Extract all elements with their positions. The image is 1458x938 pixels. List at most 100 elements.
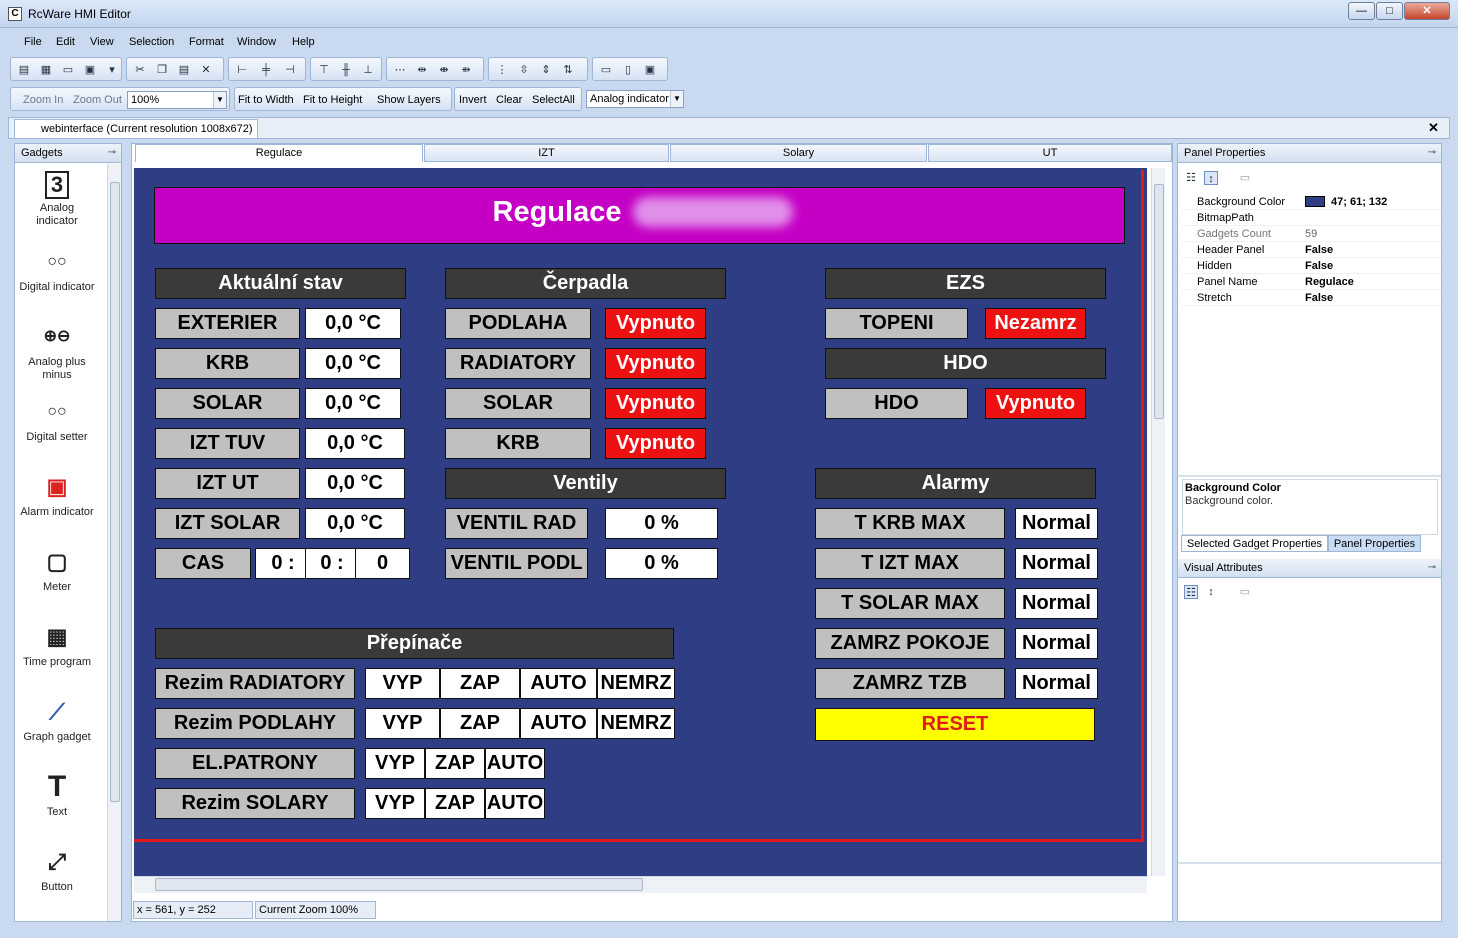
canvas-vscrollbar[interactable] xyxy=(1151,168,1165,876)
zoom-select[interactable]: 100% ▼ xyxy=(127,91,227,109)
same-width-icon[interactable]: ▭ xyxy=(599,63,613,77)
tab-ut[interactable]: UT xyxy=(928,144,1172,162)
align-bottom-icon[interactable]: ⊥ xyxy=(361,63,375,77)
menu-edit[interactable]: Edit xyxy=(56,36,75,48)
menu-view[interactable]: View xyxy=(90,36,114,48)
space-h-icon[interactable]: ⋯ xyxy=(393,63,407,77)
property-row[interactable]: Gadgets Count 59 xyxy=(1181,226,1441,242)
space-h-dec-icon[interactable]: ⇼ xyxy=(437,63,451,77)
gadget-meter[interactable]: ▢ Meter xyxy=(19,546,95,594)
switch-option-nemrz[interactable]: NEMRZ xyxy=(597,668,675,699)
categorized-icon[interactable]: ☷ xyxy=(1184,171,1198,185)
align-left-icon[interactable]: ⊢ xyxy=(235,63,249,77)
pin-icon[interactable]: ⊸ xyxy=(1428,559,1436,577)
save-icon[interactable]: ▣ xyxy=(83,63,97,77)
maximize-button[interactable]: □ xyxy=(1376,2,1403,20)
gadget-digital-setter[interactable]: ○○ Digital setter xyxy=(19,396,95,444)
open-icon[interactable]: ▭ xyxy=(61,63,75,77)
pin-icon[interactable]: ⊸ xyxy=(108,144,116,162)
categorized-icon[interactable]: ☷ xyxy=(1184,585,1198,599)
tab-solary[interactable]: Solary xyxy=(670,144,927,162)
space-v-dec-icon[interactable]: ⇕ xyxy=(539,63,553,77)
property-row[interactable]: Header Panel False xyxy=(1181,242,1441,258)
switch-option-nemrz[interactable]: NEMRZ xyxy=(597,708,675,739)
property-pages-icon[interactable]: ▭ xyxy=(1238,171,1252,185)
align-center-icon[interactable]: ╪ xyxy=(259,63,273,77)
gadget-graph[interactable]: ⟋ Graph gadget xyxy=(19,696,95,744)
gadgets-scrollbar[interactable] xyxy=(107,164,121,921)
switch-option-zap[interactable]: ZAP xyxy=(425,748,485,779)
clear-button[interactable]: Clear xyxy=(496,94,522,106)
switch-option-auto[interactable]: AUTO xyxy=(520,668,597,699)
new-icon[interactable]: ▤ xyxy=(17,63,31,77)
property-pages-icon[interactable]: ▭ xyxy=(1238,585,1252,599)
switch-option-zap[interactable]: ZAP xyxy=(440,668,520,699)
space-h-inc-icon[interactable]: ⇹ xyxy=(415,63,429,77)
switch-option-vyp[interactable]: VYP xyxy=(365,708,440,739)
tab-izt[interactable]: IZT xyxy=(424,144,669,162)
scrollbar-thumb[interactable] xyxy=(110,182,120,802)
scrollbar-thumb[interactable] xyxy=(1154,184,1164,419)
space-v-inc-icon[interactable]: ⇳ xyxy=(517,63,531,77)
tab-selected-gadget-properties[interactable]: Selected Gadget Properties xyxy=(1181,535,1328,552)
align-middle-icon[interactable]: ╫ xyxy=(339,63,353,77)
splitter[interactable] xyxy=(1178,862,1441,864)
gadget-analog-plus-minus[interactable]: ⊕⊖ Analog plus minus xyxy=(19,321,95,382)
copy-icon[interactable]: ❐ xyxy=(155,63,169,77)
switch-option-zap[interactable]: ZAP xyxy=(425,788,485,819)
menu-selection[interactable]: Selection xyxy=(129,36,174,48)
switch-option-auto[interactable]: AUTO xyxy=(485,788,545,819)
property-row[interactable]: Background Color 47; 61; 132 xyxy=(1181,194,1441,210)
gadget-alarm-indicator[interactable]: ▣ Alarm indicator xyxy=(19,471,95,519)
gadget-text[interactable]: T Text xyxy=(19,771,95,819)
space-v-icon[interactable]: ⋮ xyxy=(495,63,509,77)
gadget-type-select[interactable]: Analog indicator ▼ xyxy=(586,90,684,108)
menu-format[interactable]: Format xyxy=(189,36,224,48)
chevron-down-icon[interactable]: ▼ xyxy=(670,91,683,107)
new-panel-icon[interactable]: ▦ xyxy=(39,63,53,77)
pin-icon[interactable]: ⊸ xyxy=(1428,144,1436,162)
gadget-digital-indicator[interactable]: ○○ Digital indicator xyxy=(19,246,95,294)
close-window-button[interactable]: ✕ xyxy=(1404,2,1450,20)
property-row[interactable]: Stretch False xyxy=(1181,290,1441,306)
space-h-rem-icon[interactable]: ⇻ xyxy=(459,63,473,77)
minimize-button[interactable]: — xyxy=(1348,2,1375,20)
align-top-icon[interactable]: ⊤ xyxy=(317,63,331,77)
reset-button[interactable]: RESET xyxy=(815,708,1095,741)
splitter[interactable] xyxy=(1178,475,1441,477)
switch-option-zap[interactable]: ZAP xyxy=(440,708,520,739)
switch-option-auto[interactable]: AUTO xyxy=(520,708,597,739)
select-all-button[interactable]: SelectAll xyxy=(532,94,575,106)
property-row[interactable]: Hidden False xyxy=(1181,258,1441,274)
scrollbar-thumb[interactable] xyxy=(155,878,643,891)
gadget-time-program[interactable]: ▦ Time program xyxy=(19,621,95,669)
document-tab[interactable]: webinterface (Current resolution 1008x67… xyxy=(14,119,258,138)
property-row[interactable]: BitmapPath xyxy=(1181,210,1441,226)
property-row[interactable]: Panel Name Regulace xyxy=(1181,274,1441,290)
same-size-icon[interactable]: ▣ xyxy=(643,63,657,77)
switch-option-vyp[interactable]: VYP xyxy=(365,788,425,819)
paste-icon[interactable]: ▤ xyxy=(177,63,191,77)
fit-height-button[interactable]: Fit to Height xyxy=(303,94,362,106)
zoom-in-button[interactable]: Zoom In xyxy=(23,94,63,106)
close-document-icon[interactable]: ✕ xyxy=(1428,120,1439,136)
switch-option-auto[interactable]: AUTO xyxy=(485,748,545,779)
invert-button[interactable]: Invert xyxy=(459,94,487,106)
switch-option-vyp[interactable]: VYP xyxy=(365,668,440,699)
gadget-analog-indicator[interactable]: 3 Analog indicator xyxy=(19,171,95,228)
menu-file[interactable]: File xyxy=(24,36,42,48)
align-right-icon[interactable]: ⊣ xyxy=(283,63,297,77)
delete-icon[interactable]: ✕ xyxy=(199,63,213,77)
alphabetical-icon[interactable]: ↕ xyxy=(1204,585,1218,599)
show-layers-button[interactable]: Show Layers xyxy=(377,94,441,106)
zoom-out-button[interactable]: Zoom Out xyxy=(73,94,122,106)
gadget-button[interactable]: ⤢ Button xyxy=(19,846,95,894)
more-icon[interactable]: ▾ xyxy=(105,63,119,77)
same-height-icon[interactable]: ▯ xyxy=(621,63,635,77)
chevron-down-icon[interactable]: ▼ xyxy=(213,92,226,108)
switch-option-vyp[interactable]: VYP xyxy=(365,748,425,779)
tab-panel-properties[interactable]: Panel Properties xyxy=(1328,535,1421,552)
menu-window[interactable]: Window xyxy=(237,36,276,48)
menu-help[interactable]: Help xyxy=(292,36,315,48)
tab-regulace[interactable]: Regulace xyxy=(135,144,423,162)
